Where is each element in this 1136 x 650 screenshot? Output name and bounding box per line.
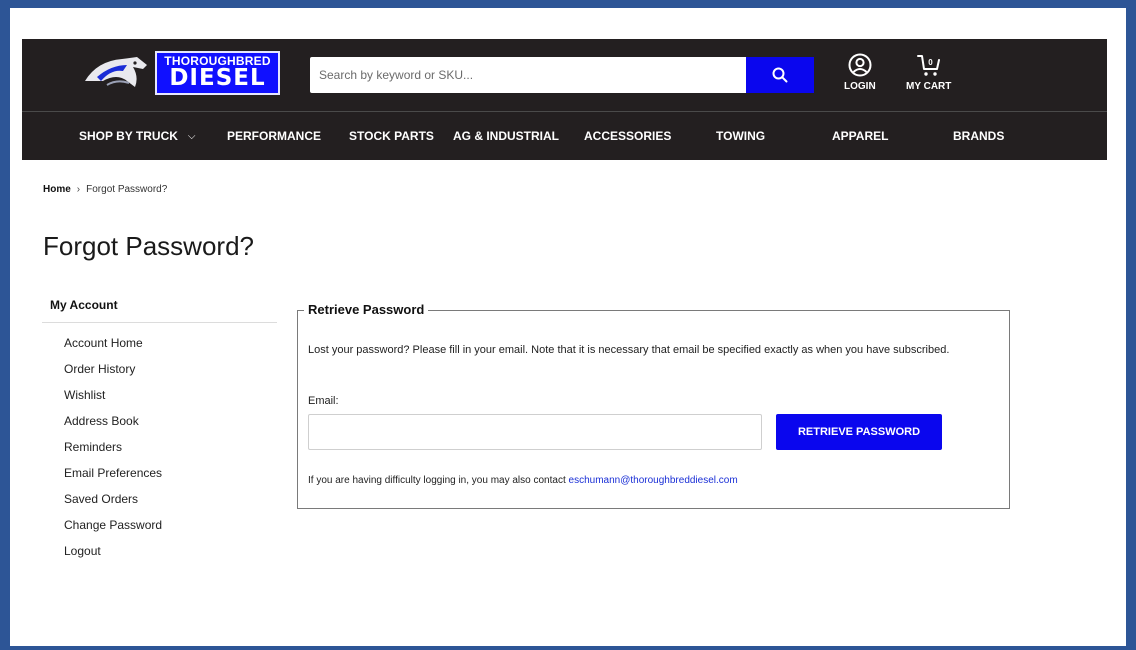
site-logo[interactable]: THOROUGHBRED DIESEL: [77, 49, 281, 96]
breadcrumb-separator: ›: [76, 184, 81, 195]
nav-label: TOWING: [716, 129, 766, 143]
nav-item-stock-parts[interactable]: STOCK PARTS: [349, 112, 434, 160]
nav-item-accessories[interactable]: ACCESSORIES: [584, 112, 671, 160]
sidebar-item-reminders[interactable]: Reminders: [42, 438, 277, 464]
sidebar-item-account-home[interactable]: Account Home: [42, 334, 277, 360]
search-icon: [772, 67, 788, 83]
retrieve-password-heading: Retrieve Password: [304, 302, 429, 317]
sidebar-item-address-book[interactable]: Address Book: [42, 412, 277, 438]
retrieve-password-button[interactable]: RETRIEVE PASSWORD: [776, 414, 942, 450]
help-text-prefix: If you are having difficulty logging in,…: [308, 475, 569, 486]
contact-email-link[interactable]: eschumann@thoroughbreddiesel.com: [569, 475, 738, 486]
cart-count: 0: [928, 58, 933, 67]
sidebar-item-email-preferences[interactable]: Email Preferences: [42, 464, 277, 490]
nav-label: BRANDS: [953, 129, 1005, 143]
sidebar-heading: My Account: [42, 298, 277, 323]
page-title: Forgot Password?: [43, 231, 254, 261]
main-nav: SHOP BY TRUCK ⌵ PERFORMANCE STOCK PARTS …: [22, 111, 1107, 160]
account-sidebar: My Account Account Home Order History Wi…: [42, 298, 277, 568]
login-link[interactable]: LOGIN: [844, 53, 876, 92]
nav-item-apparel[interactable]: APPAREL: [832, 112, 888, 160]
nav-label: STOCK PARTS: [349, 129, 434, 143]
breadcrumb: Home › Forgot Password?: [43, 184, 167, 195]
cart-link[interactable]: 0 MY CART: [906, 53, 951, 92]
nav-item-towing[interactable]: TOWING: [716, 112, 765, 160]
header-bar: THOROUGHBRED DIESEL LOGIN 0 MY CART: [22, 39, 1107, 111]
email-label: Email:: [308, 395, 339, 407]
nav-label: ACCESSORIES: [584, 129, 672, 143]
cart-icon: 0: [916, 55, 940, 76]
sidebar-item-logout[interactable]: Logout: [42, 542, 277, 568]
brand-wordmark: THOROUGHBRED DIESEL: [155, 50, 280, 95]
email-field[interactable]: [308, 414, 762, 450]
nav-label: AG & INDUSTRIAL: [453, 129, 559, 143]
nav-item-performance[interactable]: PERFORMANCE: [227, 112, 321, 160]
help-text: If you are having difficulty logging in,…: [308, 475, 738, 486]
search-input[interactable]: [310, 57, 746, 93]
brand-bottom-text: DIESEL: [169, 65, 266, 91]
cart-label: MY CART: [906, 81, 952, 92]
login-label: LOGIN: [844, 81, 876, 92]
search-button[interactable]: [746, 57, 814, 93]
nav-item-ag-industrial[interactable]: AG & INDUSTRIAL: [453, 112, 559, 160]
retrieve-password-panel: Retrieve Password Lost your password? Pl…: [297, 302, 1010, 509]
user-icon: [848, 53, 872, 77]
breadcrumb-current: Forgot Password?: [86, 184, 168, 195]
sidebar-item-saved-orders[interactable]: Saved Orders: [42, 490, 277, 516]
nav-label: APPAREL: [832, 129, 889, 143]
nav-label: SHOP BY TRUCK: [79, 129, 178, 143]
nav-item-brands[interactable]: BRANDS: [953, 112, 1004, 160]
sidebar-item-order-history[interactable]: Order History: [42, 360, 277, 386]
chevron-down-icon: ⌵: [187, 130, 196, 142]
search-bar: [310, 57, 814, 93]
nav-label: PERFORMANCE: [227, 129, 322, 143]
breadcrumb-home-link[interactable]: Home: [43, 184, 71, 195]
sidebar-item-change-password[interactable]: Change Password: [42, 516, 277, 542]
nav-item-shop-by-truck[interactable]: SHOP BY TRUCK ⌵: [79, 112, 196, 160]
horse-logo-icon: [77, 51, 155, 95]
sidebar-item-wishlist[interactable]: Wishlist: [42, 386, 277, 412]
retrieve-description: Lost your password? Please fill in your …: [308, 344, 950, 356]
